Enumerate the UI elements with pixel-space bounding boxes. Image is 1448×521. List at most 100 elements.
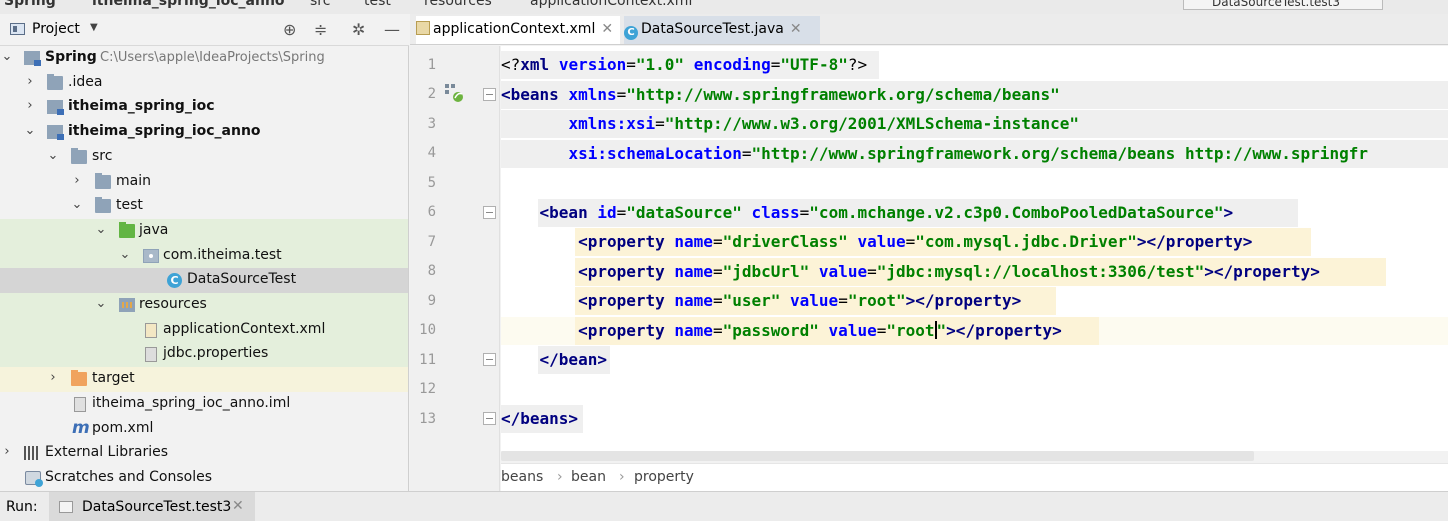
tree-item-applicationcontext[interactable]: applicationContext.xml (0, 317, 408, 343)
code-line: xsi:schemaLocation="http://www.springfra… (501, 139, 1448, 169)
tab-label: applicationContext.xml (433, 21, 596, 37)
collapse-all-icon[interactable]: ≑ (314, 20, 327, 39)
tree-item-label: src (92, 147, 113, 164)
tree-item-label: itheima_spring_ioc (68, 98, 215, 115)
gear-icon[interactable]: ✲ (352, 20, 365, 39)
locate-icon[interactable]: ⊕ (283, 20, 296, 39)
tree-item-test[interactable]: ⌄ test (0, 194, 408, 219)
breadcrumb-bean[interactable]: bean (571, 469, 606, 485)
close-icon[interactable]: ✕ (790, 21, 802, 37)
breadcrumb-property[interactable]: property (634, 469, 694, 485)
chevron-down-icon[interactable]: ⌄ (23, 123, 37, 138)
xml-file-icon (145, 322, 157, 338)
spring-bean-icon[interactable] (444, 83, 464, 103)
horizontal-scrollbar[interactable] (501, 451, 1254, 461)
package-icon (143, 248, 159, 263)
breadcrumb-beans[interactable]: beans (501, 469, 543, 485)
chevron-down-icon[interactable]: ⌄ (118, 247, 132, 262)
nav-crumb-src[interactable]: src (310, 0, 330, 9)
code-editor[interactable]: <?xml version="1.0" encoding="UTF-8"?> <… (501, 46, 1448, 451)
tree-item-label: Spring (45, 49, 97, 65)
run-label: Run: (6, 499, 38, 515)
code-line: <property name="jdbcUrl" value="jdbc:mys… (501, 257, 1386, 287)
code-line: <?xml version="1.0" encoding="UTF-8"?> (501, 50, 879, 80)
folder-icon (95, 172, 111, 189)
run-tab[interactable]: DataSourceTest.test3 ✕ (49, 492, 255, 521)
test-source-folder-icon (119, 221, 135, 238)
tree-item-target[interactable]: › target (0, 367, 408, 392)
tree-item-label: java (139, 221, 169, 238)
chevron-right-icon[interactable]: › (23, 98, 37, 113)
tree-item-label: itheima_spring_ioc_anno (68, 123, 261, 140)
tree-item-package[interactable]: ⌄ com.itheima.test (0, 243, 408, 269)
tree-item-iml[interactable]: itheima_spring_ioc_anno.iml (0, 392, 408, 417)
project-path: C:\Users\apple\IdeaProjects\Spring (100, 50, 325, 65)
code-line: <bean id="dataSource" class="com.mchange… (501, 198, 1298, 228)
tree-item-itheima-spring-ioc-anno[interactable]: ⌄ itheima_spring_ioc_anno (0, 120, 408, 145)
tree-item-label: resources (139, 296, 207, 312)
tree-item-label: itheima_spring_ioc_anno.iml (92, 394, 291, 411)
maven-icon: m (72, 417, 90, 438)
nav-crumb-test[interactable]: test (364, 0, 391, 9)
project-panel-title[interactable]: Project (32, 21, 80, 37)
tab-applicationcontext-xml[interactable]: applicationContext.xml ✕ (416, 16, 620, 44)
chevron-right-icon: › (557, 469, 563, 485)
chevron-down-icon[interactable]: ▼ (90, 22, 98, 33)
line-number: 9 (427, 293, 436, 309)
fold-marker-icon[interactable] (483, 206, 496, 219)
chevron-down-icon[interactable]: ⌄ (70, 197, 84, 212)
fold-marker-icon[interactable] (483, 412, 496, 425)
line-number: 11 (419, 352, 436, 368)
chevron-down-icon[interactable]: ⌄ (0, 49, 14, 64)
nav-crumb-module[interactable]: itheima_spring_ioc_anno (92, 0, 285, 9)
xml-breadcrumb: beans › bean › property (501, 463, 1448, 491)
nav-crumb-resources[interactable]: resources (424, 0, 492, 9)
tree-item-spring[interactable]: ⌄ Spring C:\Users\apple\IdeaProjects\Spr… (0, 46, 408, 71)
line-number: 12 (419, 381, 436, 397)
code-line: xmlns:xsi="http://www.w3.org/2001/XMLSch… (501, 109, 1448, 139)
hide-panel-icon[interactable]: — (384, 20, 400, 39)
code-line: <property name="password" value="root "><… (501, 316, 1448, 346)
navigation-bar: Spring itheima_spring_ioc_anno src test … (0, 0, 1448, 14)
tree-item-label: External Libraries (45, 444, 168, 461)
excluded-folder-icon (71, 370, 87, 387)
chevron-right-icon[interactable]: › (70, 173, 84, 188)
tree-item-label: target (92, 370, 135, 387)
close-icon[interactable]: ✕ (232, 498, 244, 514)
module-folder-icon (47, 125, 64, 141)
tab-datasourcetest-java[interactable]: C DataSourceTest.java ✕ (624, 16, 820, 44)
line-number: 3 (427, 116, 436, 132)
fold-marker-icon[interactable] (483, 88, 496, 101)
tree-item-scratches[interactable]: Scratches and Consoles (0, 466, 408, 491)
java-class-icon: C (624, 26, 638, 40)
line-number: 13 (419, 411, 436, 427)
chevron-down-icon[interactable]: ⌄ (46, 148, 60, 163)
tab-label: DataSourceTest.java (641, 21, 784, 37)
close-icon[interactable]: ✕ (601, 21, 613, 37)
chevron-right-icon[interactable]: › (23, 74, 37, 89)
tree-item-itheima-spring-ioc[interactable]: › itheima_spring_ioc (0, 95, 408, 120)
run-config-selector[interactable]: DataSourceTest.test3 (1183, 0, 1383, 10)
chevron-down-icon[interactable]: ⌄ (94, 222, 108, 237)
nav-crumb-project[interactable]: Spring (4, 0, 56, 9)
line-number: 2 (427, 86, 436, 102)
chevron-right-icon[interactable]: › (46, 370, 60, 385)
tree-item-java[interactable]: ⌄ java (0, 218, 408, 244)
tree-item-label: DataSourceTest (187, 271, 297, 288)
tree-item-main[interactable]: › main (0, 170, 408, 195)
tree-item-resources[interactable]: ⌄ resources (0, 293, 408, 318)
properties-file-icon (145, 347, 157, 363)
nav-crumb-file[interactable]: applicationContext.xml (530, 0, 692, 9)
chevron-down-icon[interactable]: ⌄ (94, 296, 108, 311)
chevron-right-icon[interactable]: › (0, 444, 14, 459)
tree-item-src[interactable]: ⌄ src (0, 145, 408, 170)
editor-tabs: applicationContext.xml ✕ C DataSourceTest.… (410, 14, 1448, 45)
fold-marker-icon[interactable] (483, 353, 496, 366)
tree-item-datasourcetest[interactable]: C DataSourceTest (0, 268, 408, 293)
tree-item-idea[interactable]: › .idea (0, 71, 408, 96)
editor-gutter: 1 2 3 4 5 6 7 8 9 10 11 12 13 (410, 46, 523, 491)
tree-item-external-libraries[interactable]: › External Libraries (0, 441, 408, 466)
tree-item-jdbc-properties[interactable]: jdbc.properties (0, 342, 408, 368)
run-config-label: DataSourceTest.test3 (1212, 0, 1340, 9)
tree-item-pom[interactable]: m pom.xml (0, 417, 408, 442)
